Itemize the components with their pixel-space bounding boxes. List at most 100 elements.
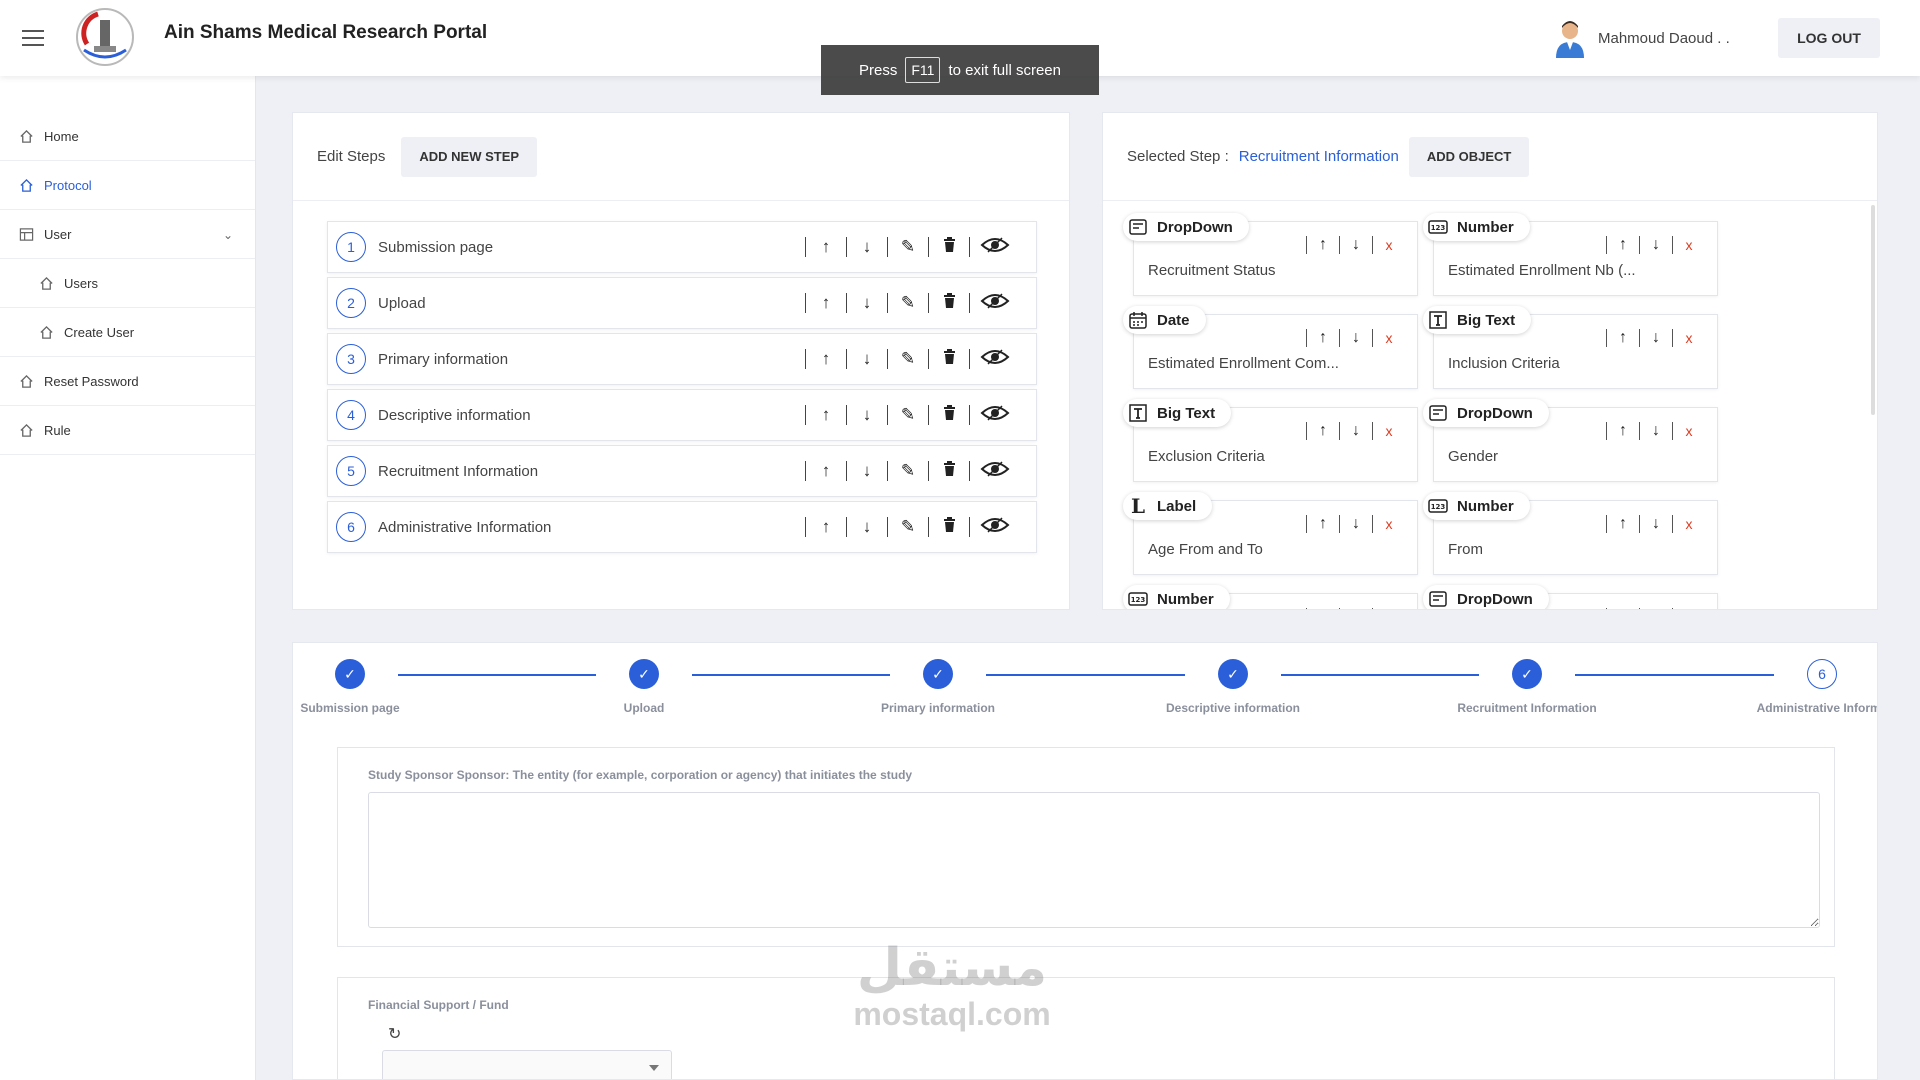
- remove-icon[interactable]: x: [1373, 609, 1405, 610]
- sidebar-item-reset-password[interactable]: Reset Password: [0, 357, 255, 406]
- remove-icon[interactable]: x: [1673, 330, 1705, 346]
- move-down-icon[interactable]: ↓: [1340, 608, 1372, 609]
- logout-button[interactable]: LOG OUT: [1778, 18, 1880, 58]
- step-row[interactable]: 6 Administrative Information ↑ ↓ ✎: [327, 501, 1037, 553]
- refresh-icon[interactable]: ↻: [388, 1024, 401, 1044]
- delete-icon[interactable]: [929, 293, 969, 313]
- sidebar-item-users[interactable]: Users: [0, 259, 255, 308]
- move-up-icon[interactable]: ↑: [1307, 515, 1339, 533]
- object-card[interactable]: ↑ ↓ x Gender DropDown: [1423, 399, 1718, 482]
- remove-icon[interactable]: x: [1373, 237, 1405, 253]
- sidebar-item-rule[interactable]: Rule: [0, 406, 255, 455]
- step-row[interactable]: 2 Upload ↑ ↓ ✎: [327, 277, 1037, 329]
- delete-icon[interactable]: [929, 349, 969, 369]
- edit-icon[interactable]: ✎: [888, 237, 928, 257]
- move-up-icon[interactable]: ↑: [1307, 236, 1339, 254]
- move-up-icon[interactable]: ↑: [1307, 608, 1339, 609]
- object-card[interactable]: ↑ ↓ x Inclusion Criteria Big Text: [1423, 306, 1718, 389]
- move-up-icon[interactable]: ↑: [806, 293, 846, 313]
- move-up-icon[interactable]: ↑: [1307, 422, 1339, 440]
- sidebar-item-create-user[interactable]: Create User: [0, 308, 255, 357]
- move-down-icon[interactable]: ↓: [1340, 236, 1372, 254]
- sidebar-item-home[interactable]: Home: [0, 112, 255, 161]
- fund-select[interactable]: [382, 1050, 672, 1079]
- add-new-step-button[interactable]: ADD NEW STEP: [401, 136, 538, 177]
- move-down-icon[interactable]: ↓: [1340, 515, 1372, 533]
- wizard-step[interactable]: ✓ Primary information: [868, 659, 1008, 715]
- move-down-icon[interactable]: ↓: [1340, 329, 1372, 347]
- move-up-icon[interactable]: ↑: [1607, 608, 1639, 609]
- move-up-icon[interactable]: ↑: [1607, 236, 1639, 254]
- dropdown-icon: [1427, 402, 1449, 424]
- eye-icon[interactable]: [970, 516, 1020, 539]
- move-down-icon[interactable]: ↓: [1640, 236, 1672, 254]
- remove-icon[interactable]: x: [1673, 609, 1705, 610]
- delete-icon[interactable]: [929, 461, 969, 481]
- object-card[interactable]: ↑↓x 123 Number: [1123, 585, 1418, 610]
- remove-icon[interactable]: x: [1373, 516, 1405, 532]
- object-card[interactable]: ↑↓x DropDown: [1423, 585, 1718, 610]
- move-up-icon[interactable]: ↑: [806, 349, 846, 369]
- move-down-icon[interactable]: ↓: [1640, 422, 1672, 440]
- edit-icon[interactable]: ✎: [888, 293, 928, 313]
- remove-icon[interactable]: x: [1373, 423, 1405, 439]
- sponsor-textarea[interactable]: [368, 792, 1820, 928]
- move-down-icon[interactable]: ↓: [847, 405, 887, 425]
- edit-icon[interactable]: ✎: [888, 517, 928, 537]
- move-down-icon[interactable]: ↓: [847, 461, 887, 481]
- object-card[interactable]: ↑ ↓ x Estimated Enrollment Com... Date: [1123, 306, 1418, 389]
- move-up-icon[interactable]: ↑: [806, 517, 846, 537]
- move-down-icon[interactable]: ↓: [1640, 608, 1672, 609]
- delete-icon[interactable]: [929, 237, 969, 257]
- edit-icon[interactable]: ✎: [888, 461, 928, 481]
- remove-icon[interactable]: x: [1673, 423, 1705, 439]
- eye-icon[interactable]: [970, 236, 1020, 259]
- object-card[interactable]: ↑ ↓ x Recruitment Status DropDown: [1123, 213, 1418, 296]
- remove-icon[interactable]: x: [1673, 237, 1705, 253]
- move-up-icon[interactable]: ↑: [1607, 329, 1639, 347]
- step-row[interactable]: 1 Submission page ↑ ↓ ✎: [327, 221, 1037, 273]
- delete-icon[interactable]: [929, 405, 969, 425]
- wizard-step[interactable]: 6 Administrative Informa: [1752, 659, 1877, 715]
- eye-icon[interactable]: [970, 348, 1020, 371]
- edit-icon[interactable]: ✎: [888, 349, 928, 369]
- object-card[interactable]: ↑ ↓ x Estimated Enrollment Nb (... 123 Number: [1423, 213, 1718, 296]
- eye-icon[interactable]: [970, 404, 1020, 427]
- move-down-icon[interactable]: ↓: [1640, 329, 1672, 347]
- remove-icon[interactable]: x: [1673, 516, 1705, 532]
- sidebar-item-user[interactable]: User ⌄: [0, 210, 255, 259]
- step-row[interactable]: 5 Recruitment Information ↑ ↓ ✎: [327, 445, 1037, 497]
- move-down-icon[interactable]: ↓: [1640, 515, 1672, 533]
- chevron-down-icon[interactable]: ⌄: [223, 228, 233, 242]
- eye-icon[interactable]: [970, 292, 1020, 315]
- step-row[interactable]: 3 Primary information ↑ ↓ ✎: [327, 333, 1037, 385]
- move-down-icon[interactable]: ↓: [847, 517, 887, 537]
- wizard-step[interactable]: ✓ Upload: [574, 659, 714, 715]
- move-up-icon[interactable]: ↑: [1307, 329, 1339, 347]
- move-up-icon[interactable]: ↑: [806, 461, 846, 481]
- delete-icon[interactable]: [929, 517, 969, 537]
- move-down-icon[interactable]: ↓: [847, 237, 887, 257]
- wizard-step[interactable]: ✓ Descriptive information: [1163, 659, 1303, 715]
- sidebar-item-protocol[interactable]: Protocol: [0, 161, 255, 210]
- move-up-icon[interactable]: ↑: [1607, 422, 1639, 440]
- move-down-icon[interactable]: ↓: [1340, 422, 1372, 440]
- edit-icon[interactable]: ✎: [888, 405, 928, 425]
- user-menu[interactable]: Mahmoud Daoud . .: [1552, 18, 1730, 58]
- move-up-icon[interactable]: ↑: [806, 237, 846, 257]
- object-card[interactable]: ↑ ↓ x From 123 Number: [1423, 492, 1718, 575]
- move-down-icon[interactable]: ↓: [847, 293, 887, 313]
- add-object-button[interactable]: ADD OBJECT: [1408, 136, 1530, 177]
- eye-icon[interactable]: [970, 460, 1020, 483]
- menu-icon[interactable]: [22, 30, 44, 46]
- move-down-icon[interactable]: ↓: [847, 349, 887, 369]
- remove-icon[interactable]: x: [1373, 330, 1405, 346]
- scrollbar[interactable]: [1871, 205, 1875, 415]
- wizard-step[interactable]: ✓ Submission page: [293, 659, 420, 715]
- object-card[interactable]: ↑ ↓ x Exclusion Criteria Big Text: [1123, 399, 1418, 482]
- step-row[interactable]: 4 Descriptive information ↑ ↓ ✎: [327, 389, 1037, 441]
- move-up-icon[interactable]: ↑: [806, 405, 846, 425]
- object-card[interactable]: ↑ ↓ x Age From and To L Label: [1123, 492, 1418, 575]
- move-up-icon[interactable]: ↑: [1607, 515, 1639, 533]
- wizard-step[interactable]: ✓ Recruitment Information: [1457, 659, 1597, 715]
